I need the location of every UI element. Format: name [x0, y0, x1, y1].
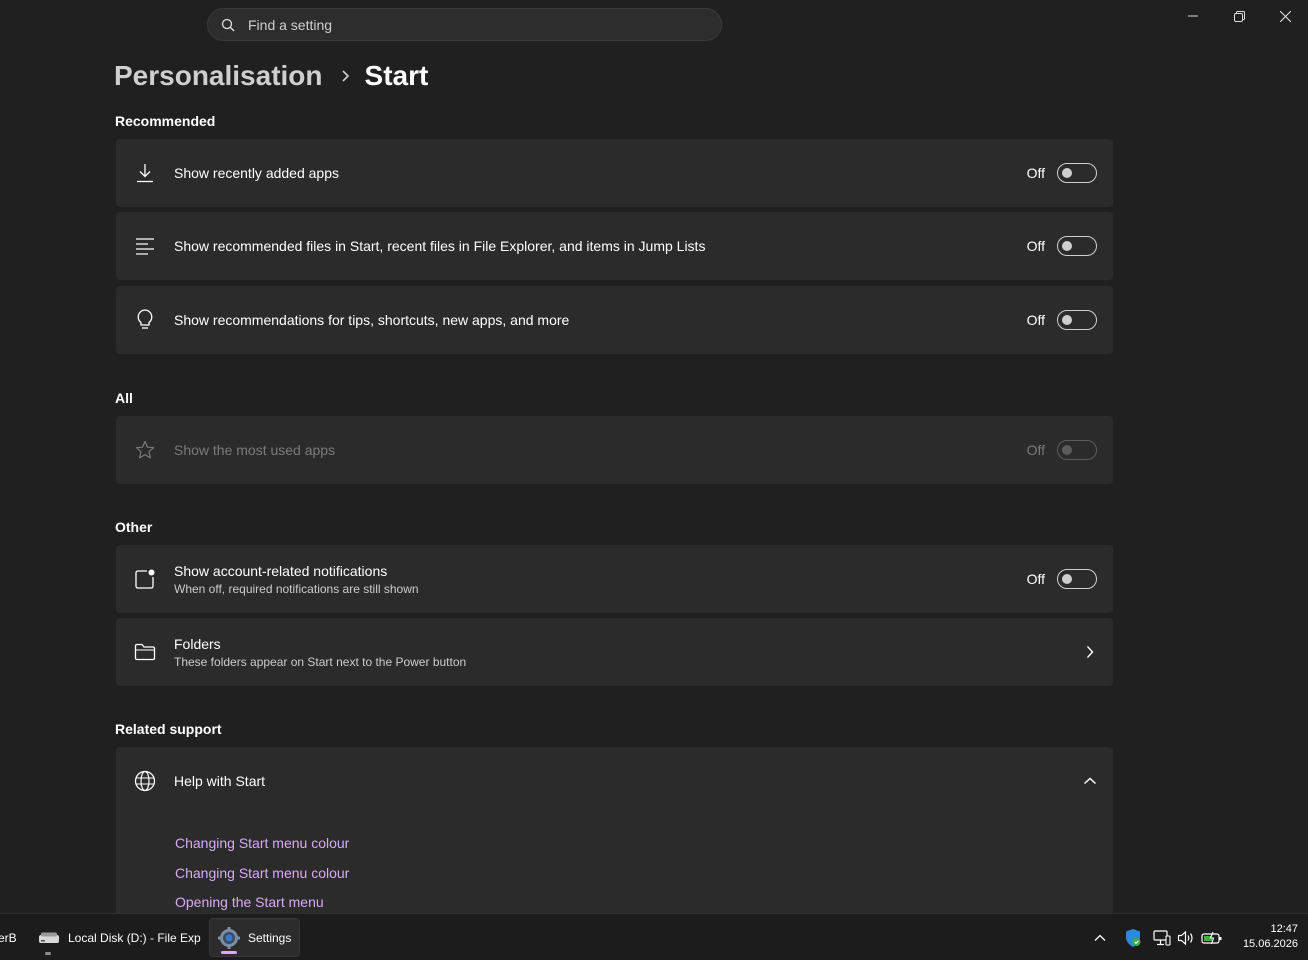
- active-indicator: [221, 951, 237, 954]
- most-used-apps-toggle: [1057, 440, 1097, 460]
- section-title-other: Other: [115, 519, 153, 535]
- toggle-state-label: Off: [1026, 571, 1045, 587]
- lightbulb-icon: [116, 309, 174, 331]
- toggle-knob: [1062, 168, 1072, 178]
- toggle-knob: [1062, 574, 1072, 584]
- clock-date: 15.06.2026: [1242, 938, 1298, 950]
- taskbar: erB Local Disk (D:) - File Exp Settings: [0, 913, 1308, 960]
- close-icon: [1279, 10, 1291, 22]
- clock-time: 12:47: [1270, 923, 1298, 935]
- setting-title: Show the most used apps: [174, 442, 336, 458]
- globe-icon: [116, 770, 174, 792]
- help-title: Help with Start: [174, 773, 266, 789]
- setting-tips-recommendations: Show recommendations for tips, shortcuts…: [116, 286, 1113, 354]
- toggle-knob: [1062, 445, 1072, 455]
- toggle-knob: [1062, 241, 1072, 251]
- notification-badge-icon: [116, 568, 174, 590]
- folder-icon: [116, 643, 174, 661]
- volume-icon[interactable]: [1174, 930, 1198, 946]
- setting-most-used-apps: Show the most used apps Off: [116, 416, 1113, 484]
- taskbar-item-file-explorer[interactable]: Local Disk (D:) - File Exp: [30, 918, 204, 957]
- setting-recently-added-apps: Show recently added apps Off: [116, 139, 1113, 207]
- section-title-related-support: Related support: [115, 721, 222, 737]
- show-hidden-icons-chevron-icon[interactable]: [1090, 934, 1110, 942]
- restore-button[interactable]: [1216, 0, 1262, 32]
- breadcrumb: Personalisation Start: [114, 56, 428, 96]
- taskbar-item-settings[interactable]: Settings: [209, 918, 300, 957]
- taskbar-item-label: Local Disk (D:) - File Exp: [68, 930, 201, 945]
- taskbar-clock[interactable]: 12:47 15.06.2026: [1243, 922, 1298, 952]
- settings-gear-icon: [210, 926, 248, 949]
- recently-added-apps-toggle[interactable]: [1057, 163, 1097, 183]
- setting-title: Folders: [174, 635, 221, 652]
- battery-charging-icon[interactable]: [1198, 931, 1226, 945]
- list-icon: [116, 237, 174, 255]
- account-notifications-toggle[interactable]: [1057, 569, 1097, 589]
- breadcrumb-parent[interactable]: Personalisation: [114, 60, 323, 92]
- window-controls: [1170, 0, 1308, 32]
- drive-icon: [30, 931, 68, 945]
- restore-icon: [1233, 10, 1245, 22]
- search-input[interactable]: [248, 16, 688, 33]
- setting-title: Show account-related notifications: [174, 562, 388, 579]
- tips-recommendations-toggle[interactable]: [1057, 310, 1097, 330]
- page-title: Start: [364, 60, 429, 91]
- running-indicator: [45, 952, 51, 955]
- setting-account-notifications: Show account-related notifications When …: [116, 545, 1113, 613]
- help-link[interactable]: Changing Start menu colour: [175, 835, 1113, 865]
- section-title-all: All: [115, 390, 133, 406]
- setting-title: Show recently added apps: [174, 165, 339, 181]
- taskbar-item-label: erB: [0, 930, 17, 945]
- help-with-start-header[interactable]: Help with Start: [116, 747, 1113, 815]
- setting-description: These folders appear on Start next to th…: [174, 654, 467, 669]
- setting-title: Show recommendations for tips, shortcuts…: [174, 312, 570, 328]
- setting-description: When off, required notifications are sti…: [174, 581, 419, 596]
- toggle-state-label: Off: [1026, 165, 1045, 181]
- toggle-knob: [1062, 315, 1072, 325]
- toggle-state-label: Off: [1026, 238, 1045, 254]
- help-link[interactable]: Changing Start menu colour: [175, 865, 1113, 895]
- minimize-button[interactable]: [1170, 0, 1216, 32]
- close-button[interactable]: [1262, 0, 1308, 32]
- help-links-panel: Changing Start menu colour Changing Star…: [116, 815, 1113, 915]
- chevron-right-icon: [341, 69, 351, 83]
- setting-recommended-files: Show recommended files in Start, recent …: [116, 212, 1113, 280]
- taskbar-item-partial[interactable]: erB: [0, 918, 18, 957]
- security-shield-icon[interactable]: [1120, 928, 1146, 948]
- setting-title: Show recommended files in Start, recent …: [174, 238, 706, 254]
- minimize-icon: [1188, 15, 1198, 17]
- star-icon: [116, 440, 174, 460]
- setting-folders[interactable]: Folders These folders appear on Start ne…: [116, 618, 1113, 686]
- system-tray: [1090, 914, 1226, 960]
- network-icon[interactable]: [1150, 929, 1174, 946]
- search-box[interactable]: [207, 8, 722, 41]
- search-icon: [208, 18, 248, 32]
- chevron-right-icon: [1067, 645, 1113, 659]
- chevron-up-icon[interactable]: [1067, 777, 1113, 785]
- toggle-state-label: Off: [1026, 442, 1045, 458]
- recommended-files-toggle[interactable]: [1057, 236, 1097, 256]
- toggle-state-label: Off: [1026, 312, 1045, 328]
- taskbar-item-label: Settings: [248, 930, 292, 945]
- download-icon: [116, 163, 174, 183]
- section-title-recommended: Recommended: [115, 113, 216, 129]
